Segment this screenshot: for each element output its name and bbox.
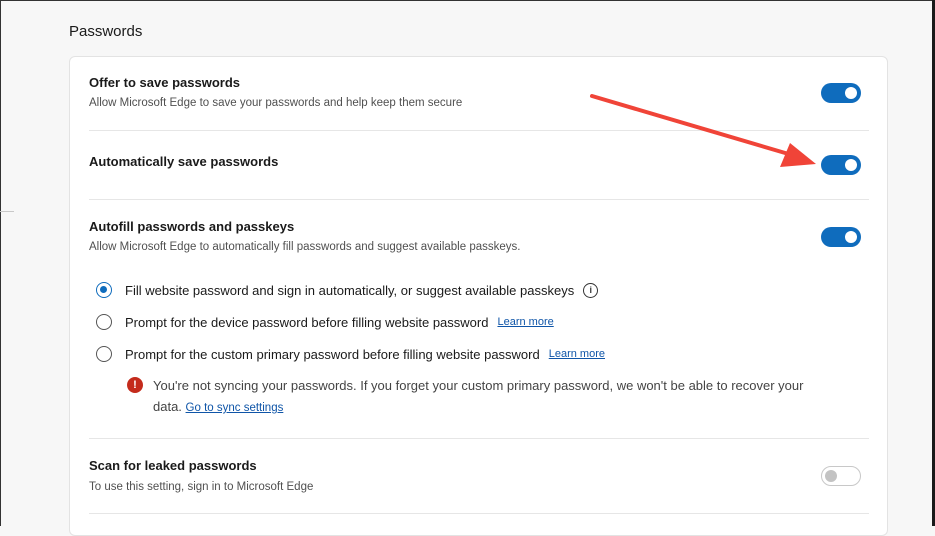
red-arrow-annotation [590, 94, 816, 167]
arrow-head [780, 143, 816, 167]
arrow-shaft [590, 94, 794, 157]
